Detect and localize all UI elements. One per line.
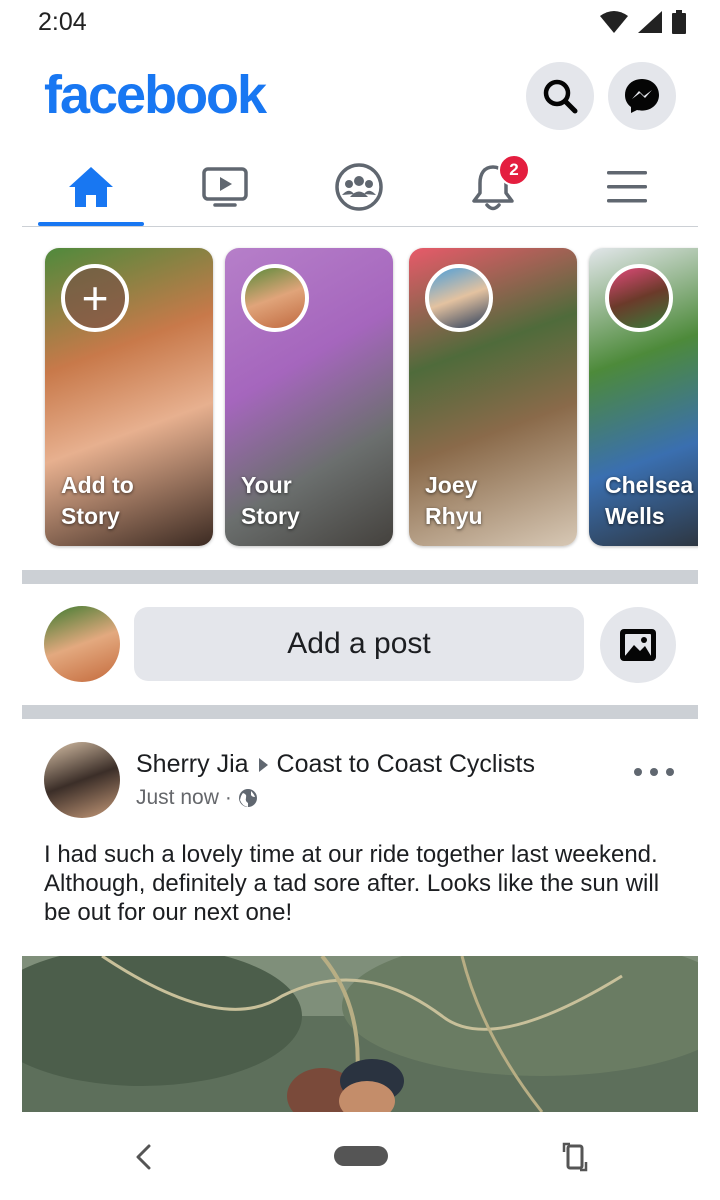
tab-home[interactable] — [38, 148, 144, 226]
post-image[interactable] — [22, 956, 698, 1112]
story-label: Chelsea Wells — [605, 472, 694, 529]
post-author-avatar[interactable] — [44, 742, 120, 818]
back-icon[interactable] — [134, 1144, 154, 1170]
section-divider — [22, 570, 698, 584]
post-group-name[interactable]: Coast to Coast Cyclists — [277, 750, 535, 779]
caret-right-icon — [258, 757, 268, 772]
groups-icon — [335, 163, 383, 211]
post-time[interactable]: Just now — [136, 786, 219, 810]
messenger-button[interactable] — [608, 62, 676, 130]
tab-groups[interactable] — [306, 148, 412, 226]
post-text: I had such a lovely time at our ride tog… — [44, 841, 660, 926]
add-photo-button[interactable] — [600, 607, 676, 683]
app-header: facebook — [0, 48, 720, 148]
post-more-button[interactable] — [634, 760, 674, 784]
system-nav-bar — [0, 1112, 720, 1200]
section-divider — [22, 705, 698, 719]
rotate-icon[interactable] — [562, 1140, 588, 1174]
story-label: Your Story — [241, 472, 300, 529]
search-icon — [543, 79, 578, 114]
status-bar: 2:04 — [0, 0, 720, 48]
search-button[interactable] — [526, 62, 594, 130]
tab-bar: 2 — [22, 148, 698, 227]
hamburger-icon — [607, 171, 647, 203]
story-card-add[interactable]: + Add to Story — [45, 248, 213, 546]
more-icon — [634, 768, 642, 776]
wifi-icon — [600, 11, 628, 33]
story-label: Joey Rhyu — [425, 472, 483, 529]
video-icon — [202, 167, 248, 207]
meta-separator: · — [224, 786, 232, 809]
story-avatar — [605, 264, 673, 332]
add-story-icon: + — [61, 264, 129, 332]
active-tab-indicator — [38, 222, 144, 226]
photo-icon — [620, 629, 656, 661]
status-time: 2:04 — [38, 8, 87, 36]
add-post-input[interactable]: Add a post — [134, 607, 584, 681]
post-photo — [22, 956, 698, 1112]
stories-tray: + Add to Story Your Story Joey Rhyu Chel… — [22, 228, 698, 568]
signal-icon — [638, 11, 662, 33]
story-card-your-story[interactable]: Your Story — [225, 248, 393, 546]
home-pill[interactable] — [334, 1146, 388, 1166]
tab-watch[interactable] — [172, 148, 278, 226]
post-composer: Add a post — [22, 584, 698, 704]
home-icon — [69, 167, 113, 207]
tab-menu[interactable] — [574, 148, 680, 226]
avatar[interactable] — [44, 606, 120, 682]
post-author-name[interactable]: Sherry Jia — [136, 750, 249, 779]
notification-badge: 2 — [498, 154, 530, 186]
story-label: Add to Story — [61, 472, 134, 529]
tab-notifications[interactable]: 2 — [440, 148, 546, 226]
story-card-chelsea-wells[interactable]: Chelsea Wells — [589, 248, 698, 546]
battery-icon — [672, 10, 686, 34]
globe-icon — [238, 789, 257, 807]
story-card-joey-rhyu[interactable]: Joey Rhyu — [409, 248, 577, 546]
post-meta: Just now · — [136, 786, 258, 810]
story-avatar — [425, 264, 493, 332]
facebook-logo: facebook — [44, 65, 267, 125]
messenger-icon — [625, 79, 659, 113]
status-icons — [600, 10, 686, 34]
post-header: Sherry Jia Coast to Coast Cyclists — [136, 750, 535, 779]
story-avatar — [241, 264, 309, 332]
